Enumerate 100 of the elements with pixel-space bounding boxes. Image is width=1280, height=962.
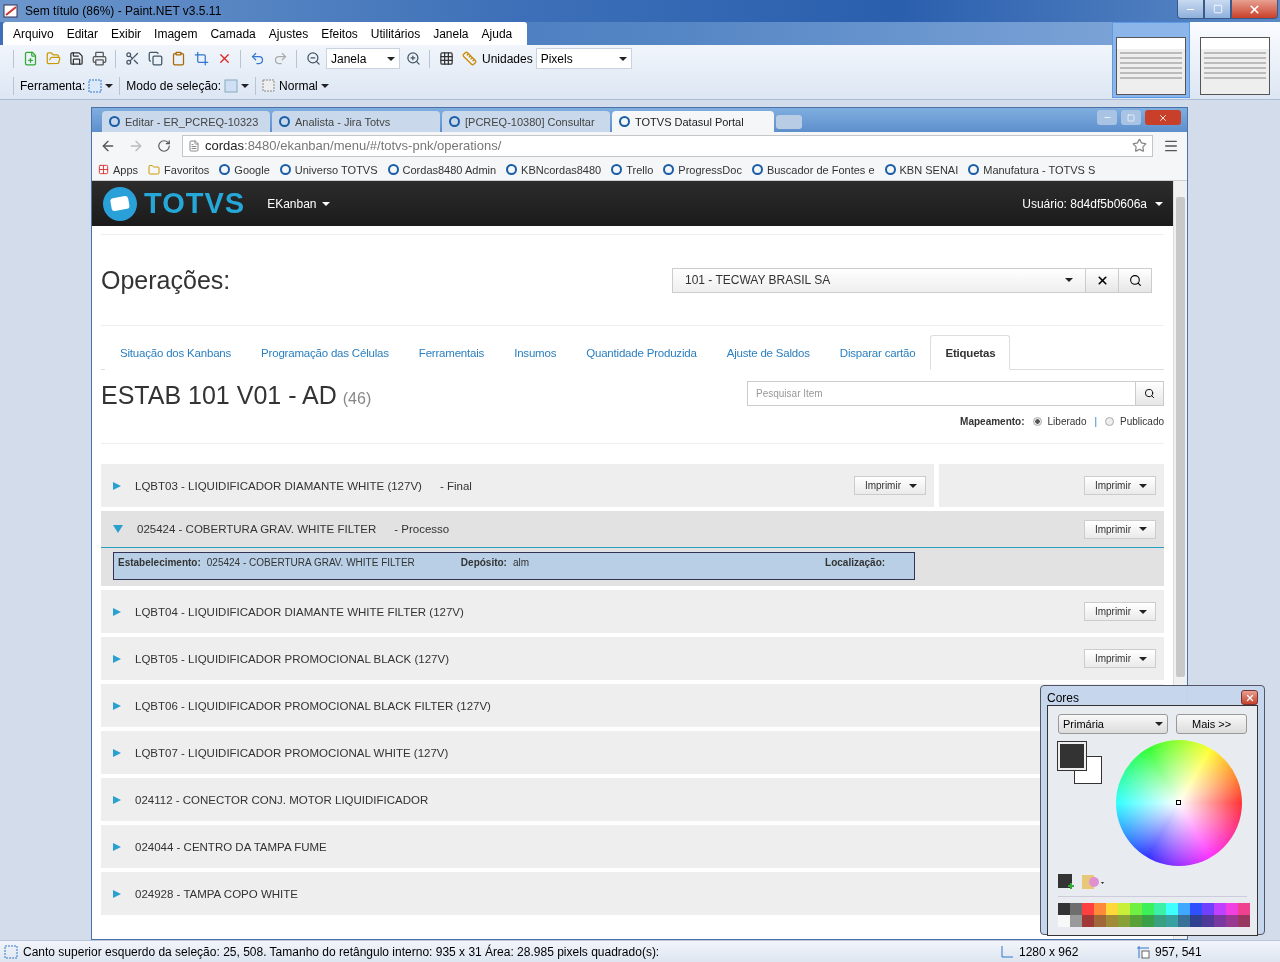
palette-swatch[interactable] — [1166, 915, 1178, 927]
palette-swatch[interactable] — [1166, 903, 1178, 915]
paste-icon[interactable] — [170, 51, 186, 67]
search-button[interactable] — [1119, 267, 1152, 293]
palette-swatch[interactable] — [1106, 915, 1118, 927]
print-button[interactable]: Imprimir — [1083, 519, 1156, 539]
nav-menu[interactable]: EKanban — [267, 196, 330, 211]
bookmark[interactable]: Cordas8480 Admin — [387, 163, 497, 176]
bookmark[interactable]: Favoritos — [148, 163, 210, 176]
bookmark[interactable]: Universo TOTVS — [279, 163, 378, 176]
palette-folder-icon[interactable] — [1082, 874, 1106, 890]
print-button[interactable]: Imprimir — [853, 476, 926, 495]
palette-swatch[interactable] — [1214, 915, 1226, 927]
ruler-icon[interactable] — [461, 51, 477, 67]
palette-swatch[interactable] — [1130, 915, 1142, 927]
item-row[interactable]: LQBT03 - LIQUIDIFICADOR DIAMANTE WHITE (127V) - Final Imprimir — [101, 464, 934, 507]
open-folder-icon[interactable] — [45, 51, 61, 67]
add-color-icon[interactable] — [1058, 874, 1074, 890]
palette-swatch[interactable] — [1118, 903, 1130, 915]
primary-color-swatch[interactable] — [1058, 742, 1086, 770]
palette-swatch[interactable] — [1106, 903, 1118, 915]
expand-triangle-icon[interactable] — [113, 607, 121, 616]
palette-swatch[interactable] — [1058, 903, 1070, 915]
menu-item[interactable]: Utilitários — [366, 26, 430, 41]
address-bar[interactable]: cordas:8480/ekanban/menu/#/totvs-pnk/operations/ — [182, 134, 1153, 157]
more-button[interactable]: Mais >> — [1176, 714, 1247, 734]
palette-swatch[interactable] — [1142, 903, 1154, 915]
color-mode-dropdown[interactable]: Primária — [1058, 714, 1169, 734]
palette-swatch[interactable] — [1238, 915, 1250, 927]
menu-item[interactable]: Janela — [429, 26, 478, 41]
menu-item[interactable]: Exibir — [107, 26, 151, 41]
palette-swatch[interactable] — [1190, 903, 1202, 915]
palette-swatch[interactable] — [1178, 915, 1190, 927]
cut-icon[interactable] — [124, 51, 140, 67]
palette-swatch[interactable] — [1202, 915, 1214, 927]
menu-item[interactable]: Imagem — [150, 26, 207, 41]
bookmark[interactable]: Buscador de Fontes e — [751, 163, 875, 176]
palette-swatch[interactable] — [1238, 903, 1250, 915]
bookmark-star-icon[interactable] — [1132, 138, 1147, 153]
palette-swatch[interactable] — [1214, 903, 1226, 915]
bookmark[interactable]: Apps — [98, 163, 139, 176]
user-menu[interactable]: Usuário: 8d4df5b0606a — [1022, 196, 1163, 211]
expand-triangle-icon[interactable] — [113, 481, 121, 490]
search-field[interactable]: Pesquisar Item — [747, 381, 1136, 406]
blend-mode-dropdown[interactable]: Normal — [279, 78, 318, 93]
radio-option[interactable]: Publicado — [1105, 416, 1164, 427]
browser-tab[interactable]: TOTVS Datasul Portal — [612, 111, 774, 132]
tab[interactable]: Etiquetas — [930, 335, 1011, 370]
bookmark[interactable]: Trello — [611, 163, 654, 176]
expand-triangle-icon[interactable] — [113, 795, 121, 804]
menu-item[interactable]: Arquivo — [9, 26, 63, 41]
print-icon[interactable] — [91, 51, 107, 67]
bookmark[interactable]: KBN SENAI — [884, 163, 959, 176]
palette-swatch[interactable] — [1226, 915, 1238, 927]
browser-tab[interactable]: Editar - ER_PCREQ-10323 — [102, 111, 270, 132]
expand-triangle-icon[interactable] — [113, 654, 121, 663]
minimize-button[interactable] — [1177, 0, 1204, 19]
palette-swatch[interactable] — [1094, 915, 1106, 927]
item-row[interactable]: LQBT05 - LIQUIDIFICADOR PROMOCIONAL BLACK (127V) Imprimir — [101, 637, 1164, 680]
bookmark[interactable]: ProgressDoc — [663, 163, 742, 176]
palette-swatch[interactable] — [1082, 903, 1094, 915]
expand-triangle-icon[interactable] — [113, 701, 121, 710]
expand-triangle-icon[interactable] — [113, 842, 121, 851]
expand-triangle-icon[interactable] — [113, 748, 121, 757]
save-icon[interactable] — [68, 51, 84, 67]
palette-swatch[interactable] — [1226, 903, 1238, 915]
palette-swatch[interactable] — [1094, 903, 1106, 915]
bookmark[interactable]: Manufatura - TOTVS S — [968, 163, 1096, 176]
rectangle-select-icon[interactable] — [88, 78, 103, 93]
zoom-in-icon[interactable] — [405, 51, 421, 67]
company-select[interactable]: 101 - TECWAY BRASIL SA — [672, 267, 1086, 293]
menu-item[interactable]: Efeitos — [317, 26, 367, 41]
copy-icon[interactable] — [147, 51, 163, 67]
units-dropdown[interactable]: Pixels — [535, 48, 632, 70]
item-row[interactable]: LQBT04 - LIQUIDIFICADOR DIAMANTE WHITE FILTER (127V) Imprimir — [101, 590, 1164, 633]
palette-swatch[interactable] — [1118, 915, 1130, 927]
reload-icon[interactable] — [157, 138, 171, 153]
browser-tab[interactable]: Analista - Jira Totvs — [272, 111, 440, 132]
print-button[interactable]: Imprimir — [1083, 476, 1156, 495]
new-file-icon[interactable] — [22, 51, 38, 67]
image-thumbnail[interactable] — [1112, 22, 1190, 98]
zoom-dropdown[interactable]: Janela — [326, 48, 400, 70]
browser-tab[interactable]: [PCREQ-10380] Consultar — [442, 111, 610, 132]
search-button[interactable] — [1136, 381, 1164, 406]
palette-swatch[interactable] — [1154, 903, 1166, 915]
palette-swatch[interactable] — [1178, 903, 1190, 915]
palette-swatch[interactable] — [1154, 915, 1166, 927]
zoom-out-icon[interactable] — [305, 51, 321, 67]
scrollbar-thumb[interactable] — [1176, 197, 1185, 677]
menu-item[interactable]: Ajustes — [264, 26, 318, 41]
crop-icon[interactable] — [193, 51, 209, 67]
clear-button[interactable] — [1086, 267, 1119, 293]
palette-swatch[interactable] — [1202, 903, 1214, 915]
palette-swatch[interactable] — [1130, 903, 1142, 915]
palette-swatch[interactable] — [1058, 915, 1070, 927]
palette-swatch[interactable] — [1190, 915, 1202, 927]
grid-icon[interactable] — [438, 51, 454, 67]
bookmark[interactable]: Google — [219, 163, 270, 176]
radio-option[interactable]: Liberado — [1032, 416, 1087, 427]
print-button[interactable]: Imprimir — [1083, 602, 1156, 621]
